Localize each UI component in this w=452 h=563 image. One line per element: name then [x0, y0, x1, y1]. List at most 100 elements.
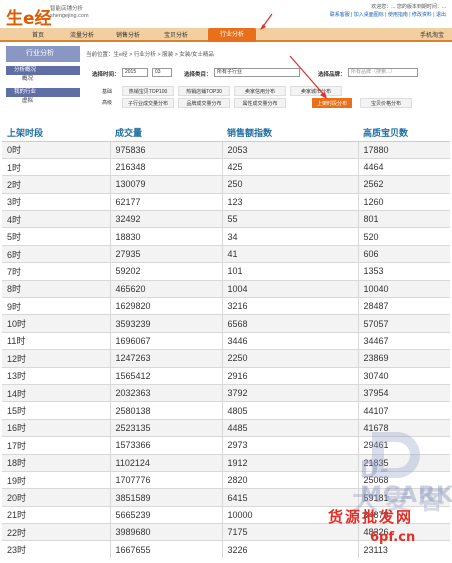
table-row: 15时 2580138 4805 44107	[2, 401, 450, 420]
table-row: 14时 2032363 3792 37954	[2, 383, 450, 402]
cell-volume: 27935	[109, 244, 222, 263]
cell-quality-items: 2562	[357, 175, 450, 194]
nav-sales[interactable]: 销售分析	[108, 30, 148, 42]
cell-quality-items: 28487	[357, 297, 450, 315]
tab-brand-volume[interactable]: 品牌成交量分布	[178, 98, 230, 108]
cell-sales-index: 1912	[221, 453, 358, 472]
cell-sales-index: 4485	[221, 418, 358, 437]
table-row: 9时 1629820 3216 28487	[2, 297, 450, 315]
cell-quality-items: 801	[357, 210, 450, 228]
tab-seller-credit[interactable]: 卖家信用分布	[234, 86, 286, 96]
cell-time: 9时	[2, 297, 110, 315]
col-header-sales-index[interactable]: 销售额指数	[222, 124, 358, 142]
analysis-subtabs: 基础 热销宝贝TOP100 热销店铺TOP30 卖家信用分布 卖家城市分布 高级…	[92, 86, 422, 110]
nav-industry[interactable]: 行业分析	[208, 28, 256, 42]
sidebar-section-overview[interactable]: 分析概况	[6, 66, 80, 75]
cell-volume: 1573366	[109, 436, 222, 455]
table-row: 1时 216348 425 4464	[2, 157, 450, 176]
month-select[interactable]: 03	[152, 68, 172, 77]
tab-listing-time[interactable]: 上架时段分布	[312, 98, 352, 108]
cell-sales-index: 3226	[221, 540, 358, 559]
cell-quality-items: 57057	[357, 314, 450, 333]
nav-home[interactable]: 首页	[18, 30, 58, 42]
tab-price-distribution[interactable]: 宝贝价格分布	[360, 98, 412, 108]
cell-volume: 216348	[109, 157, 222, 176]
main-nav: 首页 流量分析 销售分析 宝贝分析 行业分析 手机淘宝	[0, 28, 452, 42]
cell-sales-index: 2250	[221, 349, 358, 368]
table-row: 10时 3593239 6568 57057	[2, 314, 450, 333]
cell-volume: 975836	[109, 140, 222, 159]
cell-quality-items: 30740	[357, 366, 450, 385]
cell-sales-index: 41	[221, 244, 358, 263]
cell-time: 2时	[2, 175, 110, 194]
brand-search-input[interactable]: 所有品牌（搜索...）	[348, 68, 418, 77]
table-row: 4时 32492 55 801	[2, 210, 450, 228]
cell-quality-items: 1260	[357, 192, 450, 211]
sidebar-item-virtual[interactable]: 虚拟	[6, 97, 80, 106]
site-logo[interactable]: 生e经	[6, 4, 52, 29]
cell-volume: 1696067	[109, 331, 222, 350]
cell-time: 16时	[2, 418, 110, 437]
cell-sales-index: 101	[221, 262, 358, 281]
tab-attribute-volume[interactable]: 属性成交量分布	[234, 98, 286, 108]
cell-sales-index: 250	[221, 175, 358, 194]
cell-time: 12时	[2, 349, 110, 368]
tab-subcategory-volume[interactable]: 子行业成交量分布	[122, 98, 174, 108]
year-select[interactable]: 2015	[122, 68, 148, 77]
cell-time: 21时	[2, 505, 110, 524]
cell-time: 17时	[2, 436, 110, 455]
cell-sales-index: 2053	[221, 140, 358, 159]
cell-quality-items: 44107	[357, 401, 450, 420]
cell-quality-items: 23869	[357, 349, 450, 368]
cell-volume: 1667655	[109, 540, 222, 559]
sidebar-section-my-industry[interactable]: 我的行业	[6, 88, 80, 97]
cell-sales-index: 123	[221, 192, 358, 211]
table-row: 8时 465620 1004 10040	[2, 279, 450, 298]
cell-time: 5时	[2, 227, 110, 246]
sidebar-item-overview[interactable]: 概况	[6, 75, 80, 84]
cell-quality-items: 4464	[357, 157, 450, 176]
cell-volume: 3989680	[109, 523, 222, 541]
cell-time: 8时	[2, 279, 110, 298]
table-row: 3时 62177 123 1260	[2, 192, 450, 211]
basic-row-label: 基础	[101, 89, 112, 95]
cell-time: 22时	[2, 523, 110, 541]
cell-time: 10时	[2, 314, 110, 333]
cell-sales-index: 2973	[221, 436, 358, 455]
cell-volume: 1629820	[109, 297, 222, 315]
cell-sales-index: 55	[221, 210, 358, 228]
time-label: 选择时间：	[92, 72, 120, 78]
col-header-quality-items[interactable]: 高质宝贝数	[358, 124, 450, 142]
table-row: 11时 1696067 3446 34467	[2, 331, 450, 350]
cell-volume: 5665239	[109, 505, 222, 524]
category-select[interactable]: 所有子行业	[214, 68, 300, 77]
cell-time: 18时	[2, 453, 110, 472]
tab-top100-items[interactable]: 热销宝贝TOP100	[122, 86, 174, 96]
cell-volume: 2580138	[109, 401, 222, 420]
cell-sales-index: 6568	[221, 314, 358, 333]
cell-time: 13时	[2, 366, 110, 385]
cell-quality-items: 606	[357, 244, 450, 263]
tab-seller-city[interactable]: 卖家城市分布	[290, 86, 342, 96]
cell-volume: 1102124	[109, 453, 222, 472]
cell-volume: 1247263	[109, 349, 222, 368]
table-row: 12时 1247263 2250 23869	[2, 349, 450, 368]
sidebar-title: 行业分析	[6, 46, 80, 62]
logo-subtitle: 智能店铺分析 shengejing.com	[50, 6, 89, 20]
cell-time: 4时	[2, 210, 110, 228]
nav-items[interactable]: 宝贝分析	[156, 30, 196, 42]
cell-time: 14时	[2, 383, 110, 402]
account-links[interactable]: 联系客服 | 加入桌面图标 | 使用指南 | 修改资料 | 退出	[266, 11, 446, 19]
cell-volume: 465620	[109, 279, 222, 298]
cell-sales-index: 6415	[221, 488, 358, 507]
cell-volume: 32492	[109, 210, 222, 228]
cell-sales-index: 3446	[221, 331, 358, 350]
nav-mobile-taobao[interactable]: 手机淘宝	[420, 30, 444, 39]
tab-top30-shops[interactable]: 热销店铺TOP30	[178, 86, 230, 96]
col-header-time[interactable]: 上架时段	[2, 124, 110, 142]
col-header-volume[interactable]: 成交量	[110, 124, 222, 142]
cell-time: 0时	[2, 140, 110, 159]
watermark-url: 6pf.cn	[370, 530, 416, 545]
nav-traffic[interactable]: 流量分析	[62, 30, 102, 42]
cell-sales-index: 1004	[221, 279, 358, 298]
